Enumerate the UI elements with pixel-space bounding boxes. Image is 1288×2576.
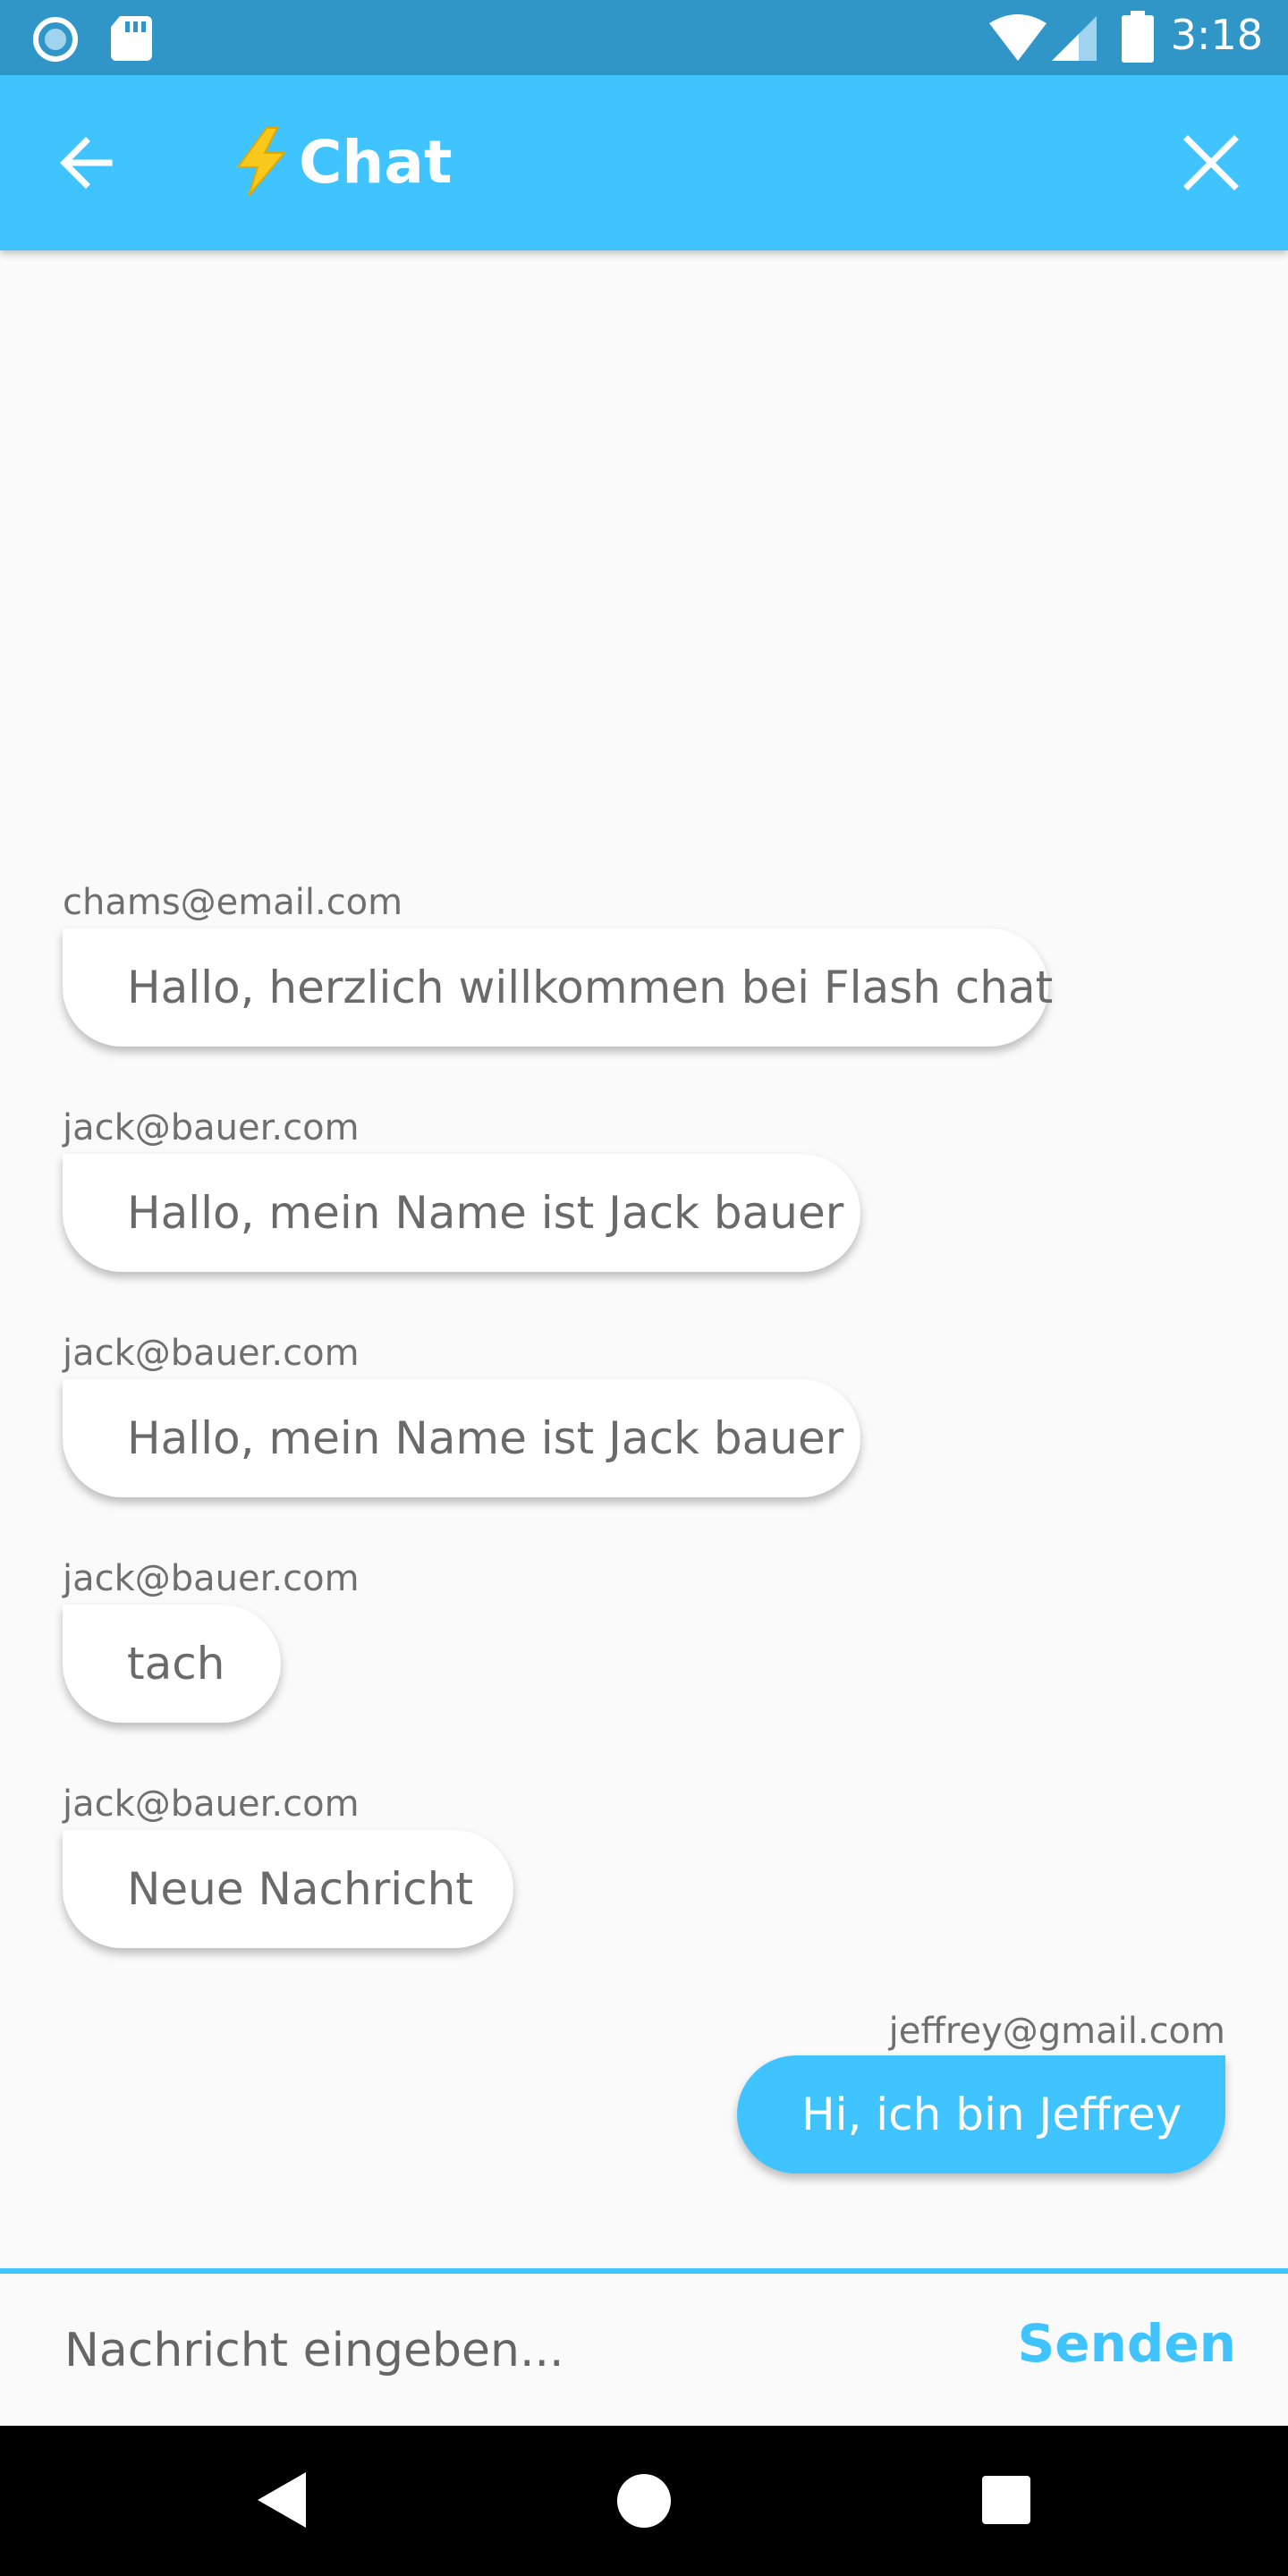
home-circle-icon[interactable] [617, 2474, 671, 2528]
message-list[interactable]: chams@email.com Hallo, herzlich willkomm… [0, 250, 1288, 2268]
sd-card-icon [111, 16, 152, 61]
message-sender: jack@bauer.com [63, 1107, 360, 1148]
message-sender: jack@bauer.com [63, 1784, 360, 1825]
message-input[interactable] [63, 2309, 987, 2392]
status-bar: 3:18 [0, 0, 1288, 75]
message-bubble: Hallo, mein Name ist Jack bauer [63, 1379, 860, 1497]
app-bar: Chat [0, 75, 1288, 250]
message-sender: chams@email.com [63, 882, 403, 923]
battery-icon [1122, 11, 1154, 63]
status-time: 3:18 [1170, 11, 1263, 59]
notification-circle-icon [33, 17, 78, 62]
message-sender: jack@bauer.com [63, 1333, 360, 1374]
message-sender: jack@bauer.com [63, 1558, 360, 1599]
message-bubble: tach [63, 1605, 281, 1723]
message-bubble: Neue Nachricht [63, 1830, 513, 1948]
close-icon[interactable] [1177, 129, 1245, 197]
message-composer: Senden [0, 2268, 1288, 2426]
lightning-bolt-icon [236, 127, 287, 197]
message-bubble: Hallo, herzlich willkommen bei Flash cha… [63, 928, 1053, 1046]
send-button[interactable]: Senden [1017, 2313, 1236, 2374]
message-sender: jeffrey@gmail.com [888, 2011, 1225, 2052]
wifi-icon [989, 14, 1046, 61]
cellular-signal-icon [1052, 16, 1097, 61]
message-bubble: Hi, ich bin Jeffrey [737, 2055, 1225, 2174]
back-triangle-icon[interactable] [258, 2472, 306, 2528]
arrow-back-icon[interactable] [54, 127, 125, 199]
page-title: Chat [299, 127, 453, 197]
system-nav-bar [0, 2426, 1288, 2576]
recents-square-icon[interactable] [982, 2476, 1030, 2524]
app-title-group: Chat [229, 122, 453, 202]
message-bubble: Hallo, mein Name ist Jack bauer [63, 1154, 860, 1272]
